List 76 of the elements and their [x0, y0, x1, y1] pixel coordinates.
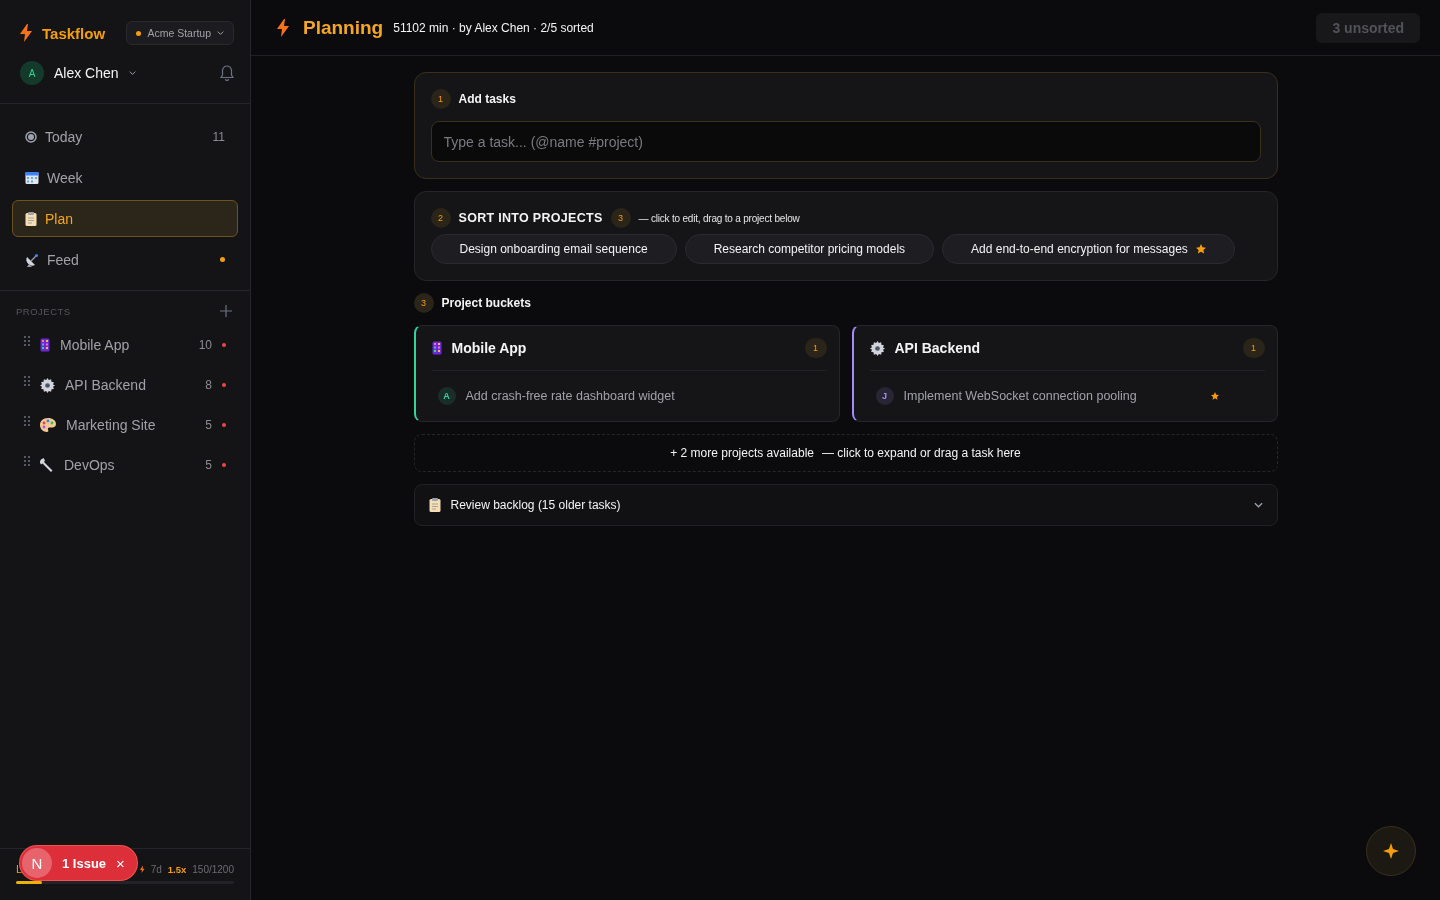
count-label: 5	[205, 458, 212, 472]
task-text[interactable]: Add crash-free rate dashboard widget	[465, 389, 821, 403]
app-name: Taskflow	[42, 24, 107, 42]
bell-icon[interactable]	[220, 65, 234, 81]
step-title: Add tasks	[458, 92, 516, 106]
count-label: 8	[205, 378, 212, 392]
task-input-field[interactable]: Type a task... (@name #project)	[430, 121, 1261, 162]
nav-item[interactable]: Feed	[12, 241, 238, 278]
palette-icon	[40, 418, 56, 432]
clipboard-icon	[25, 211, 37, 226]
issue-badge[interactable]: N 1 Issue ×	[20, 846, 137, 880]
nav-item[interactable]: Today 11	[12, 118, 238, 155]
phone-icon	[431, 341, 442, 355]
drag-handle-icon[interactable]	[24, 416, 30, 426]
phone-icon	[40, 338, 50, 352]
task-chip[interactable]: Research competitor pricing models	[684, 234, 935, 264]
chevron-down-icon	[128, 70, 136, 76]
user-name[interactable]: Alex Chen	[54, 65, 119, 81]
multiplier-label: 1.5x	[167, 863, 187, 875]
logo-badge: N	[22, 848, 52, 878]
hint-text: — click to edit, drag to a project below	[638, 212, 800, 224]
page-title: Planning	[303, 16, 384, 39]
workspace-selector[interactable]: Acme Startup	[126, 21, 234, 45]
drag-handle-icon[interactable]	[24, 456, 30, 466]
task-text[interactable]: Implement WebSocket connection pooling	[903, 389, 1201, 403]
count-label: 11	[212, 129, 225, 144]
project-link[interactable]: DevOps	[64, 457, 196, 473]
gear-icon	[869, 340, 885, 356]
task-chip[interactable]: Add end-to-end encryption for messages	[942, 234, 1235, 264]
lightning-icon	[277, 18, 289, 37]
chevron-down-icon	[1253, 502, 1263, 508]
assistant-button[interactable]	[1366, 826, 1416, 876]
wrench-icon	[40, 458, 54, 472]
close-icon[interactable]: ×	[116, 854, 125, 872]
status-dot	[136, 30, 142, 36]
count-badge: 1	[1242, 338, 1265, 358]
lightning-icon	[140, 863, 145, 875]
project-link[interactable]: API Backend	[65, 377, 196, 393]
gear-icon	[40, 377, 55, 393]
level-label: L	[16, 863, 23, 875]
step-title: SORT INTO PROJECTS	[458, 211, 603, 225]
project-link[interactable]: Mobile App	[60, 337, 189, 353]
page-meta: 51102 min · by Alex Chen · 2/5 sorted	[393, 20, 595, 35]
nav-item[interactable]: Plan	[12, 200, 238, 237]
step-number: 2	[430, 208, 451, 228]
step-title: Project buckets	[441, 296, 531, 310]
unsorted-badge: 3 unsorted	[1316, 12, 1420, 43]
calendar-icon	[25, 170, 39, 185]
count-label: 5	[205, 418, 212, 432]
bucket-title: API Backend	[894, 340, 982, 356]
step-number: 1	[430, 89, 451, 109]
count-label: 10	[198, 338, 212, 352]
nav-item[interactable]: Week	[12, 159, 238, 196]
task-chip[interactable]: Design onboarding email sequence	[430, 234, 677, 264]
count-badge: 3	[610, 208, 631, 228]
xp-label: 150/1200	[192, 863, 234, 875]
streak-label: 7d	[150, 863, 162, 875]
project-link[interactable]: Marketing Site	[66, 417, 196, 433]
avatar: A	[20, 61, 44, 85]
sparkle-icon	[1383, 843, 1399, 859]
clipboard-icon	[428, 498, 441, 512]
lightning-icon	[20, 24, 32, 42]
more-projects-dropzone[interactable]: + 2 more projects available — click to expand or drag a task here	[413, 434, 1278, 472]
backlog-toggle[interactable]: Review backlog (15 older tasks)	[413, 484, 1278, 526]
bucket-title: Mobile App	[451, 340, 528, 356]
section-heading: PROJECTS	[16, 305, 71, 317]
avatar: J	[875, 387, 894, 405]
drag-handle-icon[interactable]	[24, 376, 30, 386]
radio-circle-icon	[25, 130, 37, 143]
count-badge: 1	[804, 338, 827, 358]
plus-icon[interactable]	[220, 305, 232, 317]
satellite-dish-icon	[25, 252, 39, 267]
step-number: 3	[413, 293, 434, 313]
avatar: A	[437, 387, 456, 405]
drag-handle-icon[interactable]	[24, 336, 30, 346]
chevron-down-icon	[217, 30, 224, 36]
